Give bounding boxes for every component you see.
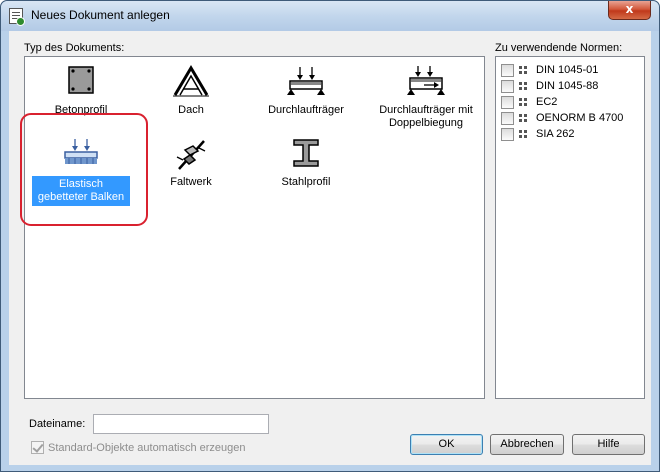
elastic-foundation-beam-icon (64, 139, 98, 164)
norm-checkbox[interactable] (501, 79, 514, 93)
norm-grid-icon (518, 65, 529, 76)
document-type-label: Typ des Dokuments: (24, 42, 125, 54)
biaxial-beam-icon (407, 66, 445, 95)
norm-grid-icon (518, 113, 529, 124)
norm-item[interactable]: OENORM B 4700 (501, 110, 623, 126)
folded-plate-icon (176, 140, 206, 170)
close-button[interactable]: x (608, 1, 651, 20)
window-title: Neues Dokument anlegen (31, 8, 170, 22)
norm-label: SIA 262 (536, 128, 575, 140)
dialog-client-area: Typ des Dokuments: Zu verwendende Normen… (9, 31, 651, 465)
norm-label: EC2 (536, 96, 558, 108)
ok-button[interactable]: OK (410, 434, 483, 455)
dialog-window: Neues Dokument anlegen x Typ des Dokumen… (0, 0, 660, 472)
norm-grid-icon (518, 129, 529, 140)
norm-grid-icon (518, 81, 529, 92)
doc-type-caption: Stahlprofil (281, 176, 331, 188)
doc-type-caption: Elastisch gebetteter Balken (32, 176, 130, 206)
doc-type-caption: Durchlaufträger (268, 104, 344, 116)
standard-objects-option: Standard-Objekte automatisch erzeugen (31, 441, 246, 454)
help-button[interactable]: Hilfe (572, 434, 645, 455)
doc-type-elastisch-gebetteter-balken[interactable]: Elastisch gebetteter Balken (25, 137, 137, 206)
doc-type-caption: Faltwerk (170, 176, 212, 188)
doc-type-durchlauftraeger-doppelbiegung[interactable]: Durchlaufträger mit Doppelbiegung (370, 65, 482, 130)
doc-type-stahlprofil[interactable]: Stahlprofil (250, 137, 362, 189)
doc-type-caption: Dach (178, 104, 204, 116)
standard-objects-checkbox (31, 441, 44, 454)
roof-truss-icon (173, 65, 209, 97)
doc-type-durchlauftraeger[interactable]: Durchlaufträger (250, 65, 362, 117)
norm-checkbox[interactable] (501, 127, 514, 141)
norm-label: OENORM B 4700 (536, 112, 624, 124)
concrete-profile-icon (68, 66, 94, 94)
norm-checkbox[interactable] (501, 111, 514, 125)
document-type-list[interactable]: Betonprofil Dach Durchlaufträger Durchla… (20, 56, 485, 399)
norm-item[interactable]: DIN 1045-88 (501, 78, 598, 94)
doc-type-faltwerk[interactable]: Faltwerk (135, 137, 247, 189)
doc-type-betonprofil[interactable]: Betonprofil (25, 65, 137, 117)
norm-item[interactable]: EC2 (501, 94, 557, 110)
doc-type-dach[interactable]: Dach (135, 65, 247, 117)
filename-input[interactable] (93, 414, 269, 434)
standard-objects-label: Standard-Objekte automatisch erzeugen (48, 441, 246, 454)
title-bar[interactable]: Neues Dokument anlegen x (1, 1, 659, 31)
norm-label: DIN 1045-88 (536, 80, 599, 92)
doc-type-caption: Durchlaufträger mit Doppelbiegung (379, 104, 473, 129)
filename-label: Dateiname: (29, 418, 86, 430)
norm-item[interactable]: SIA 262 (501, 126, 575, 142)
norms-list[interactable]: DIN 1045-01 DIN 1045-88 EC2 OENORM B 470… (495, 56, 645, 399)
steel-profile-icon (293, 139, 319, 167)
norm-grid-icon (518, 97, 529, 108)
norm-item[interactable]: DIN 1045-01 (501, 62, 598, 78)
norm-checkbox[interactable] (501, 95, 514, 109)
norms-label: Zu verwendende Normen: (495, 42, 623, 54)
norm-label: DIN 1045-01 (536, 64, 599, 76)
cancel-button[interactable]: Abbrechen (490, 434, 564, 455)
new-document-icon (9, 8, 25, 26)
norm-checkbox[interactable] (501, 63, 514, 77)
continuous-beam-icon (287, 67, 325, 95)
doc-type-caption: Betonprofil (54, 104, 108, 116)
